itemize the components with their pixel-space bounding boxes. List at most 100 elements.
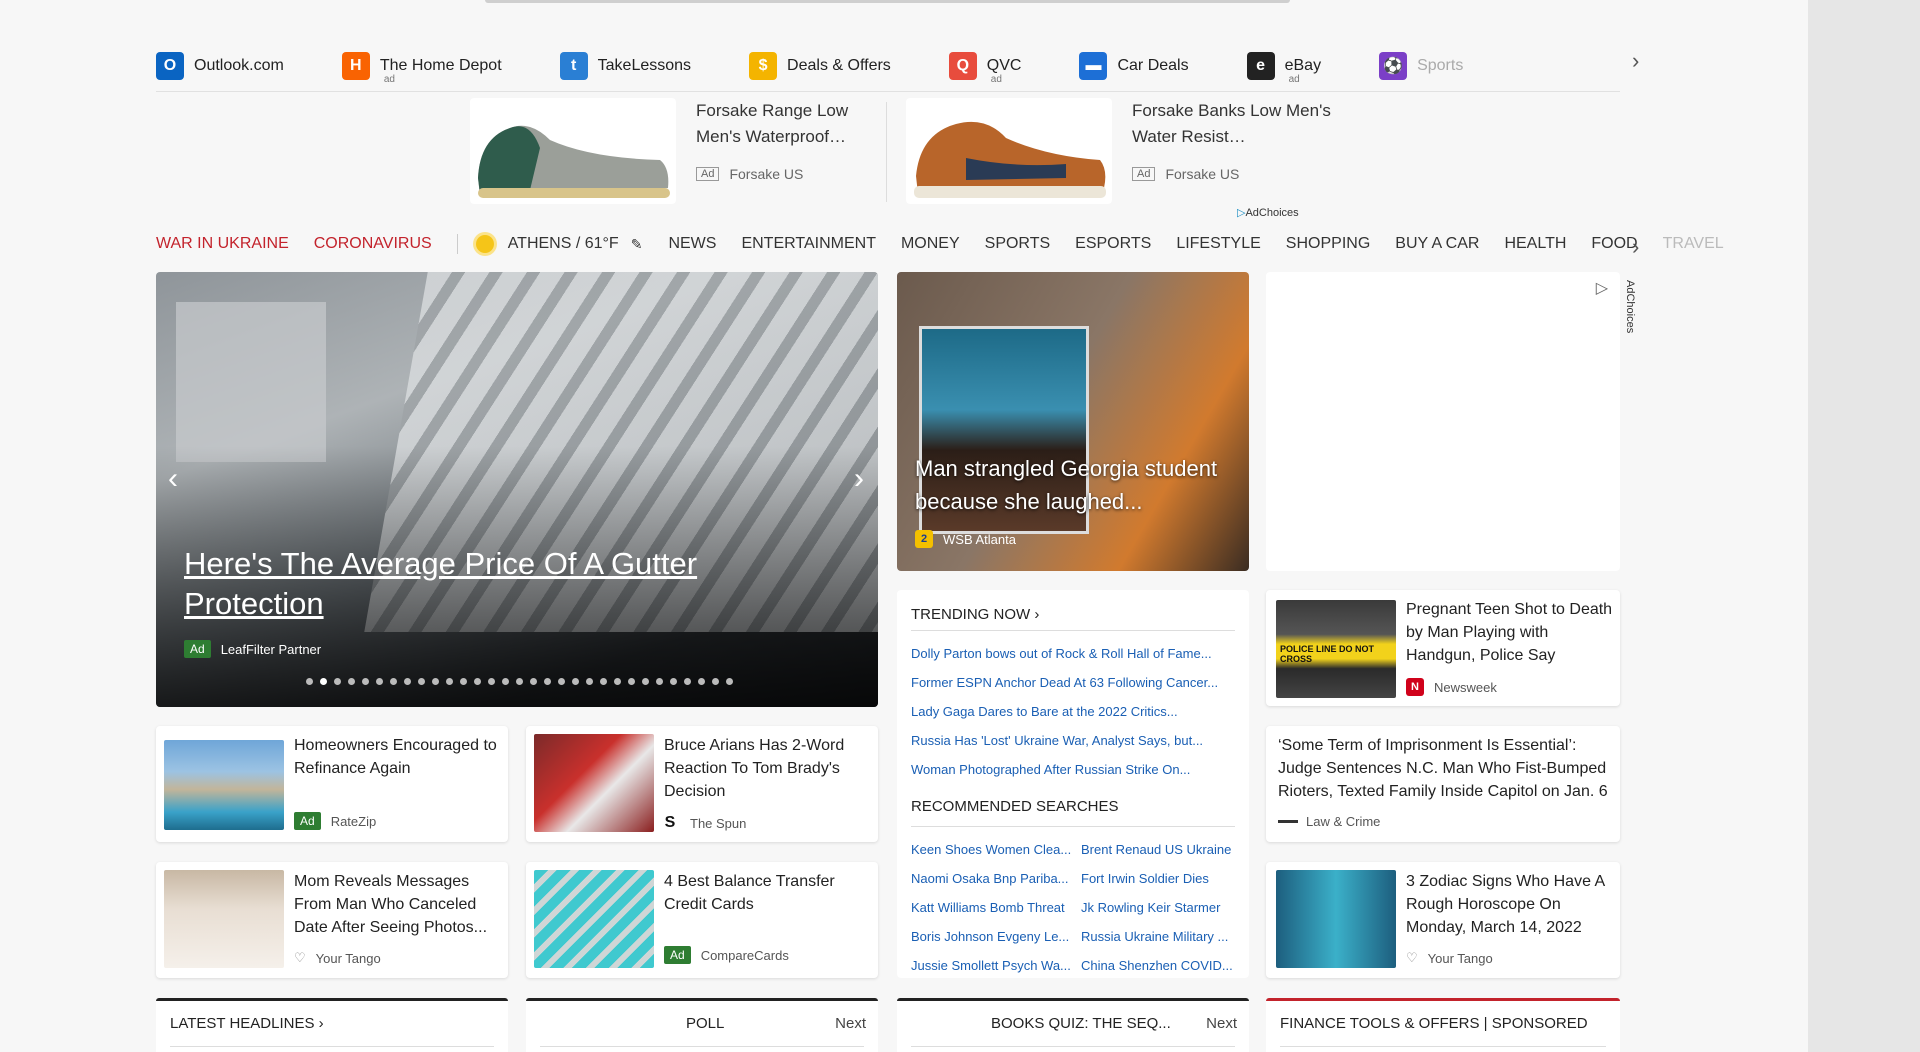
carousel-dot[interactable] (432, 678, 439, 685)
quick-links-next-icon[interactable]: › (1632, 48, 1639, 74)
quiz-next-button[interactable]: Next (1206, 1015, 1237, 1032)
carousel-dot[interactable] (460, 678, 467, 685)
news-card[interactable]: 4 Best Balance Transfer Credit Cards Ad … (526, 862, 878, 978)
news-card[interactable]: ‘Some Term of Imprisonment Is Essential’… (1266, 726, 1620, 842)
card-headline[interactable]: Homeowners Encouraged to Refinance Again (294, 734, 509, 780)
quick-link-outlook-com[interactable]: O Outlook.com (156, 51, 284, 80)
carousel-dot[interactable] (726, 678, 733, 685)
nav-news[interactable]: NEWS (668, 235, 716, 253)
carousel-dot[interactable] (628, 678, 635, 685)
latest-headlines-heading[interactable]: LATEST HEADLINES › (170, 1015, 324, 1032)
carousel-dot[interactable] (390, 678, 397, 685)
card-headline[interactable]: 4 Best Balance Transfer Credit Cards (664, 870, 879, 916)
carousel-dot[interactable] (530, 678, 537, 685)
carousel-dot[interactable] (376, 678, 383, 685)
trending-heading[interactable]: TRENDING NOW › (911, 606, 1039, 623)
trending-link[interactable]: Lady Gaga Dares to Bare at the 2022 Crit… (911, 704, 1178, 719)
nav-next-icon[interactable]: › (1632, 234, 1639, 260)
quick-link-sports[interactable]: ⚽ Sports (1379, 51, 1463, 80)
carousel-dot[interactable] (614, 678, 621, 685)
hero-headline[interactable]: Here's The Average Price Of A Gutter Pro… (184, 544, 744, 624)
carousel-dot[interactable] (544, 678, 551, 685)
trending-link[interactable]: Former ESPN Anchor Dead At 63 Following … (911, 675, 1218, 690)
display-ad[interactable]: ▷ (1266, 272, 1620, 571)
nav-coronavirus[interactable]: CORONAVIRUS (314, 235, 432, 253)
search-link[interactable]: Katt Williams Bomb Threat (911, 900, 1065, 915)
nav-sports[interactable]: SPORTS (985, 235, 1051, 253)
adchoices-vertical[interactable]: AdChoices (1624, 280, 1636, 333)
nav-travel[interactable]: TRAVEL (1663, 235, 1724, 253)
news-card[interactable]: Mom Reveals Messages From Man Who Cancel… (156, 862, 508, 978)
carousel-dot[interactable] (334, 678, 341, 685)
nav-entertainment[interactable]: ENTERTAINMENT (741, 235, 876, 253)
carousel-dot[interactable] (516, 678, 523, 685)
ad-card-2[interactable]: Forsake Banks Low Men's Water Resist… Ad… (906, 98, 1332, 208)
search-link[interactable]: Fort Irwin Soldier Dies (1081, 871, 1209, 886)
carousel-dot[interactable] (306, 678, 313, 685)
hero-carousel[interactable]: ‹ › Here's The Average Price Of A Gutter… (156, 272, 878, 707)
nav-shopping[interactable]: SHOPPING (1286, 235, 1370, 253)
carousel-dot[interactable] (446, 678, 453, 685)
search-link[interactable]: Jk Rowling Keir Starmer (1081, 900, 1220, 915)
carousel-dot[interactable] (404, 678, 411, 685)
nav-esports[interactable]: ESPORTS (1075, 235, 1151, 253)
card-headline[interactable]: 3 Zodiac Signs Who Have A Rough Horoscop… (1406, 870, 1618, 939)
news-card[interactable]: Homeowners Encouraged to Refinance Again… (156, 726, 508, 842)
carousel-dot[interactable] (418, 678, 425, 685)
carousel-dot[interactable] (488, 678, 495, 685)
nav-buy-a-car[interactable]: BUY A CAR (1395, 235, 1479, 253)
carousel-dot[interactable] (656, 678, 663, 685)
carousel-dot[interactable] (502, 678, 509, 685)
carousel-dot[interactable] (320, 678, 327, 685)
nav-war-in-ukraine[interactable]: WAR IN UKRAINE (156, 235, 289, 253)
carousel-dot[interactable] (572, 678, 579, 685)
search-link[interactable]: Brent Renaud US Ukraine (1081, 842, 1231, 857)
search-link[interactable]: Naomi Osaka Bnp Pariba... (911, 871, 1069, 886)
quick-link-takelessons[interactable]: t TakeLessons (559, 51, 691, 80)
trending-link[interactable]: Russia Has 'Lost' Ukraine War, Analyst S… (911, 733, 1203, 748)
pencil-icon[interactable]: ✎ (631, 236, 643, 253)
carousel-dot[interactable] (670, 678, 677, 685)
nav-money[interactable]: MONEY (901, 235, 960, 253)
card-headline[interactable]: Mom Reveals Messages From Man Who Cancel… (294, 870, 509, 939)
search-link[interactable]: Jussie Smollett Psych Wa... (911, 958, 1071, 973)
nav-food[interactable]: FOOD (1591, 235, 1637, 253)
carousel-dot[interactable] (698, 678, 705, 685)
adchoices-link[interactable]: ▷AdChoices (1237, 206, 1299, 219)
search-link[interactable]: Keen Shoes Women Clea... (911, 842, 1071, 857)
carousel-dot[interactable] (684, 678, 691, 685)
quick-link-ebay[interactable]: e eBay ad (1246, 51, 1321, 85)
ad-title[interactable]: Forsake Range Low Men's Waterproof… (696, 98, 896, 150)
carousel-dot[interactable] (642, 678, 649, 685)
news-card[interactable]: Bruce Arians Has 2-Word Reaction To Tom … (526, 726, 878, 842)
poll-next-button[interactable]: Next (835, 1015, 866, 1032)
search-link[interactable]: China Shenzhen COVID... (1081, 958, 1233, 973)
news-card[interactable]: POLICE LINE DO NOT CROSS Pregnant Teen S… (1266, 590, 1620, 706)
adchoices-icon[interactable]: ▷ (1596, 278, 1608, 298)
trending-link[interactable]: Woman Photographed After Russian Strike … (911, 762, 1190, 777)
nav-health[interactable]: HEALTH (1504, 235, 1566, 253)
search-link[interactable]: Boris Johnson Evgeny Le... (911, 929, 1069, 944)
carousel-dot[interactable] (586, 678, 593, 685)
quick-link-qvc[interactable]: Q QVC ad (948, 51, 1021, 85)
carousel-next-icon[interactable]: › (854, 462, 864, 496)
weather-widget[interactable]: ATHENS / 61°F ✎ (475, 235, 643, 253)
carousel-dot[interactable] (712, 678, 719, 685)
featured-story[interactable]: Man strangled Georgia student because sh… (897, 272, 1249, 571)
carousel-dot[interactable] (348, 678, 355, 685)
trending-link[interactable]: Dolly Parton bows out of Rock & Roll Hal… (911, 646, 1212, 661)
nav-lifestyle[interactable]: LIFESTYLE (1176, 235, 1260, 253)
quick-link-car-deals[interactable]: ▬ Car Deals (1079, 51, 1189, 80)
search-link[interactable]: Russia Ukraine Military ... (1081, 929, 1228, 944)
ad-card-1[interactable]: Forsake Range Low Men's Waterproof… Ad Fo… (470, 98, 896, 208)
carousel-prev-icon[interactable]: ‹ (168, 462, 178, 496)
card-headline[interactable]: ‘Some Term of Imprisonment Is Essential’… (1278, 734, 1614, 803)
quick-link-deals-offers[interactable]: $ Deals & Offers (749, 51, 891, 80)
carousel-dot[interactable] (600, 678, 607, 685)
card-headline[interactable]: Pregnant Teen Shot to Death by Man Playi… (1406, 598, 1618, 667)
carousel-dot[interactable] (558, 678, 565, 685)
news-card[interactable]: 3 Zodiac Signs Who Have A Rough Horoscop… (1266, 862, 1620, 978)
carousel-dot[interactable] (474, 678, 481, 685)
quick-link-the-home-depot[interactable]: H The Home Depot ad (341, 51, 502, 85)
carousel-dot[interactable] (362, 678, 369, 685)
